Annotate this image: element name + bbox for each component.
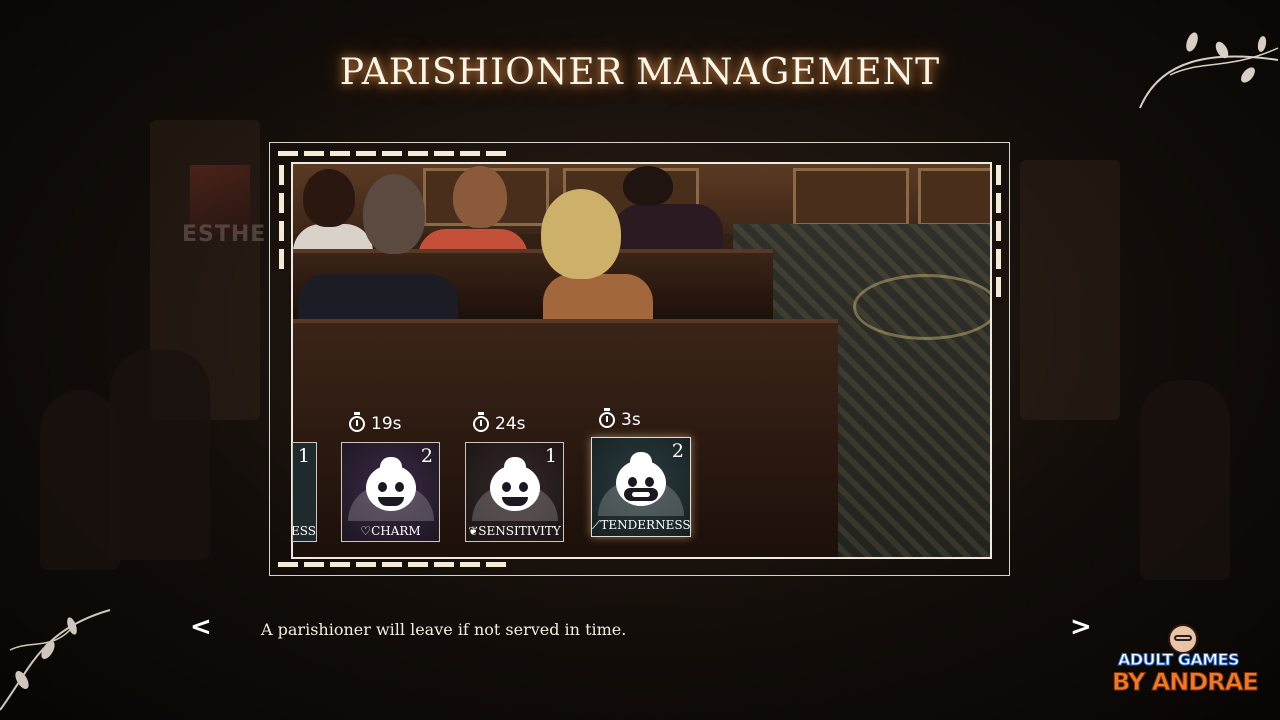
parishioner-face-icon [365,465,416,511]
frame-dashes-left [279,165,284,269]
need-label: ESS [292,524,316,538]
clock-icon [473,412,489,432]
frame-dashes-bottom [278,562,506,567]
parishioner-face-icon [489,465,540,511]
need-label: ❦SENSITIVITY [468,524,561,538]
frame-dashes-right [996,165,1001,297]
parishioner-head [363,174,425,254]
timer-value: 24s [495,414,526,434]
parishioner-card-tenderness[interactable]: 2 ⟋TENDERNESS [591,437,691,537]
parishioner-face-icon [616,460,666,506]
timer-charm: 19s [349,412,402,434]
parishioner-head [453,166,507,228]
page-title: PARISHIONER MANAGEMENT [339,52,941,93]
frame-dashes-top [278,151,506,156]
need-count: 2 [671,440,684,462]
timer-value: 3s [621,410,641,430]
parishioner-head [623,166,673,206]
need-count: 1 [297,445,310,467]
bg-right-panel [1020,160,1120,420]
parishioner-head [541,189,621,279]
need-label: ⟋TENDERNESS [592,518,691,532]
bg-character-name: ESTHE [182,222,267,247]
bg-figure [1140,380,1230,580]
bg-figure [40,390,120,570]
watermark-line2: BY ANDRAE [1112,668,1260,697]
parishioner-card-partial[interactable]: 1 ESS [292,442,317,542]
clock-icon [599,408,615,428]
watermark-logo: ADULT GAMES BY ANDRAE [1112,624,1262,700]
watermark-line1: ADULT GAMES [1117,650,1240,670]
wall-panel [793,168,909,226]
timer-value: 19s [371,414,402,434]
parishioner-card-sensitivity[interactable]: 1 ❦SENSITIVITY [465,442,564,542]
parishioner-figure [543,274,653,324]
parishioner-card-charm[interactable]: 2 ♡CHARM [341,442,440,542]
previous-page-button[interactable]: < [190,612,212,642]
clock-icon [349,412,365,432]
timer-sensitivity: 24s [473,412,526,434]
need-count: 2 [420,445,433,467]
next-page-button[interactable]: > [1070,612,1092,642]
bg-figure [110,350,210,560]
timer-tenderness: 3s [599,408,641,430]
heart-gem-icon: ♡ [360,524,372,538]
tutorial-hint-text: A parishioner will leave if not served i… [261,620,627,639]
carpet-medallion [853,274,990,340]
need-count: 1 [544,445,557,467]
vine-bottom-left-icon [0,609,111,711]
wall-panel [918,168,990,226]
parishioner-head [303,169,355,227]
wave-icon: ❦ [468,524,479,538]
need-label: ♡CHARM [360,524,421,538]
